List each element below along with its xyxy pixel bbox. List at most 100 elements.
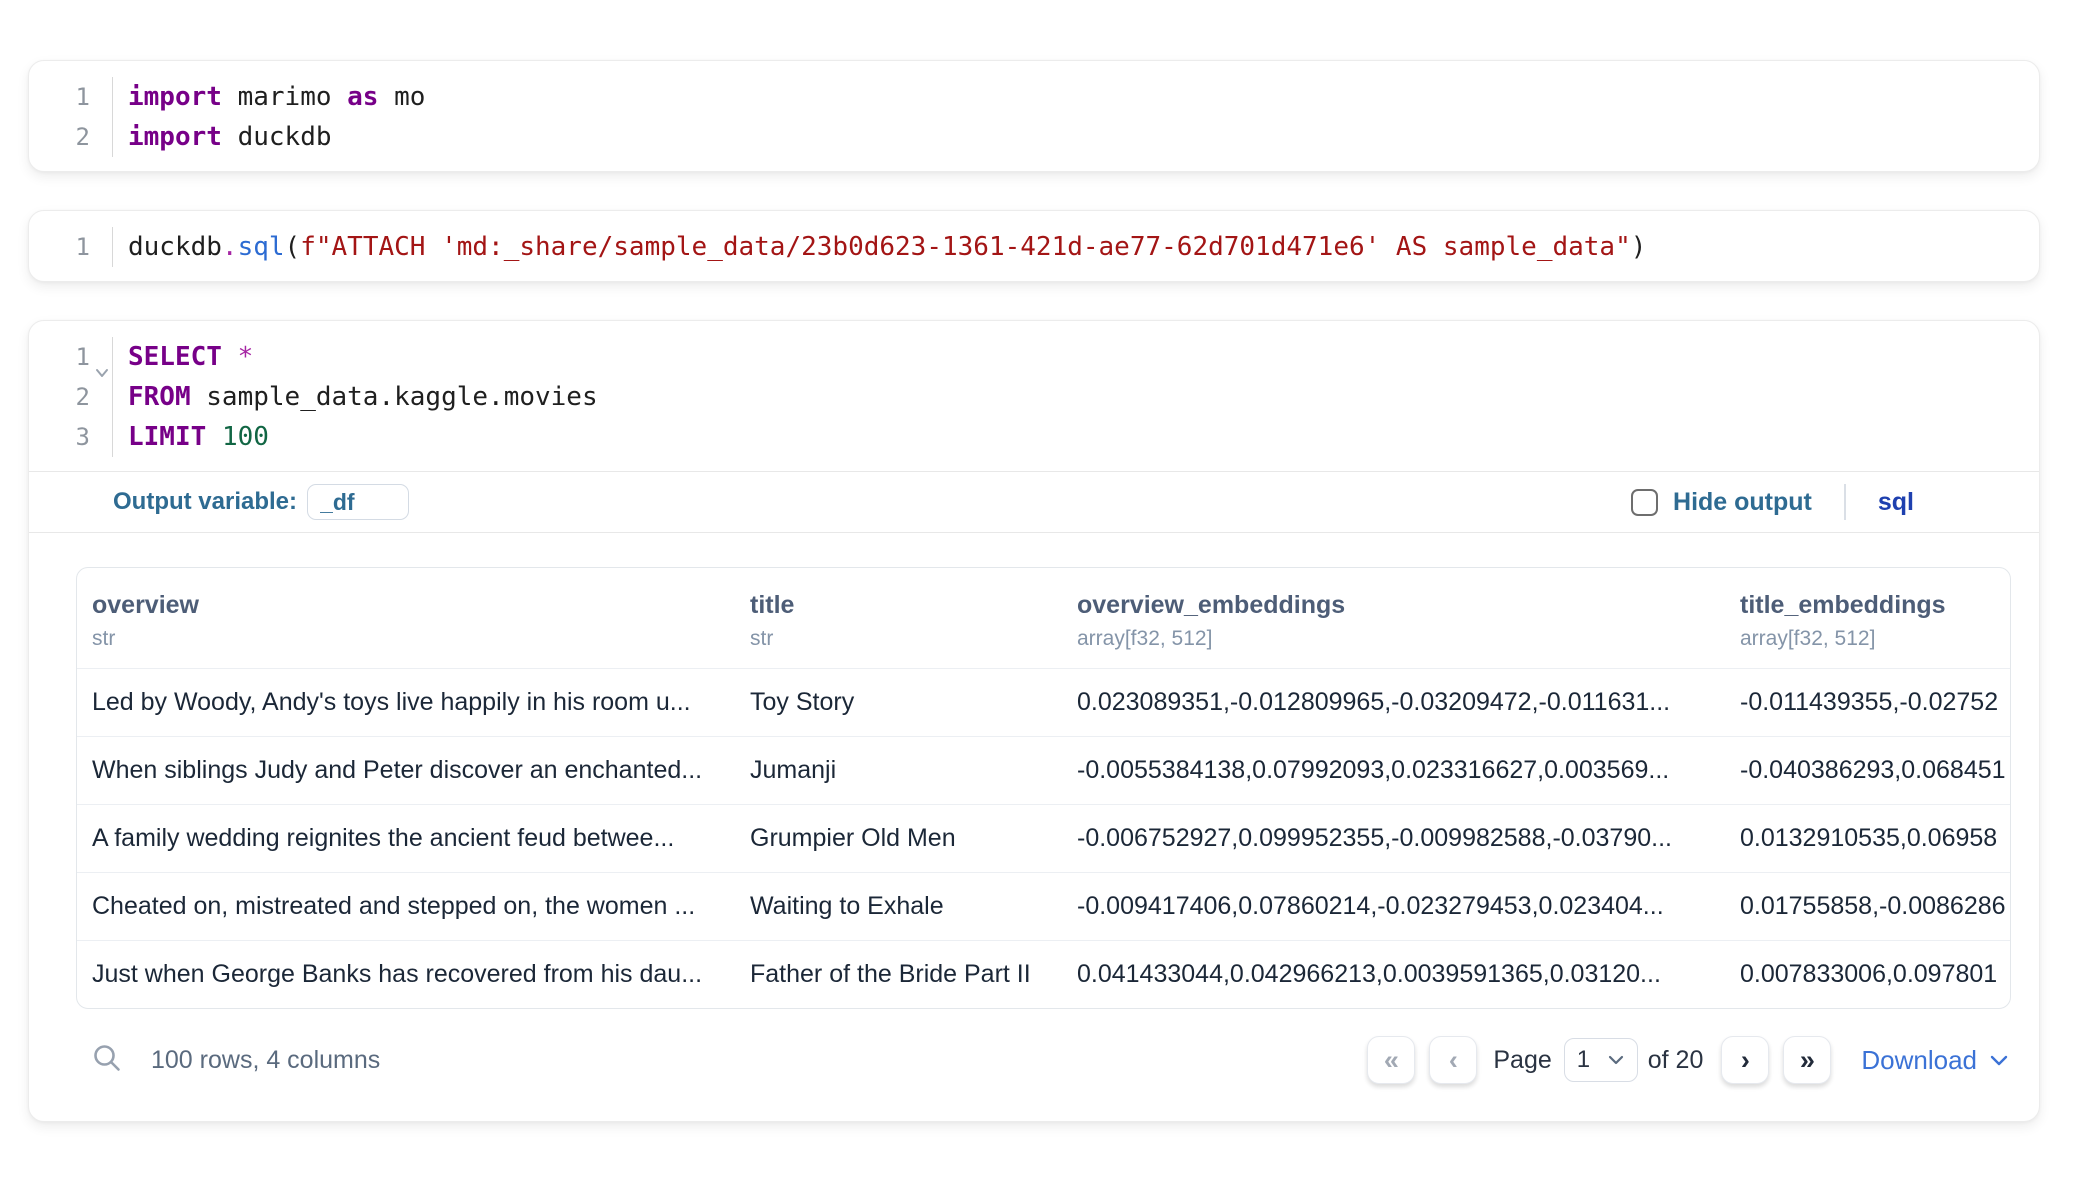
cell-output: overview str title str overview_embeddin… [29,533,2039,1121]
column-name: overview_embeddings [1077,590,1715,620]
code-editor-sql[interactable]: 1 2 3 SELECT * FROM sample_data.kaggle.m… [29,321,2039,471]
total-pages-label: of 20 [1648,1046,1704,1075]
keyword-token: FROM [128,382,191,412]
cell-overview-embeddings: 0.041433044,0.042966213,0.0039591365,0.0… [1062,941,1725,1009]
code-editor-imports[interactable]: 1 2 import marimo as mo import duckdb [29,61,2039,171]
cell-overview: When siblings Judy and Peter discover an… [77,737,735,805]
cell-title: Father of the Bride Part II [735,941,1062,1009]
line-number: 2 [29,377,112,417]
code-editor-attach[interactable]: 1 duckdb.sql(f"ATTACH 'md:_share/sample_… [29,211,2039,281]
code-token: duckdb [128,232,222,262]
column-name: overview [92,590,725,620]
output-variable-label: Output variable: [113,488,297,516]
keyword-token: import [128,122,222,152]
row-column-count: 100 rows, 4 columns [151,1046,380,1075]
cell-title: Toy Story [735,669,1062,737]
keyword-token: LIMIT [128,422,206,452]
column-header-title[interactable]: title str [735,568,1062,669]
hide-output-label[interactable]: Hide output [1673,488,1812,517]
line-number-gutter: 1 [29,227,113,267]
chevron-down-icon [1607,1054,1625,1066]
cell-overview: Cheated on, mistreated and stepped on, t… [77,873,735,941]
cell-overview: A family wedding reignites the ancient f… [77,805,735,873]
cell-overview-embeddings: 0.023089351,-0.012809965,-0.03209472,-0.… [1062,669,1725,737]
code-line: import marimo as mo [128,77,2039,117]
code-token: marimo [222,82,347,112]
download-button[interactable]: Download [1861,1045,2009,1076]
column-header-title-embeddings[interactable]: title_embeddings array[f32, 512] [1725,568,2011,669]
cell-imports: 1 2 import marimo as mo import duckdb [28,60,2040,172]
code-line: FROM sample_data.kaggle.movies [128,377,2039,417]
string-token: f"ATTACH 'md:_share/sample_data/23b0d623… [300,232,1631,262]
column-type: array[f32, 512] [1077,626,1715,652]
cell-overview: Just when George Banks has recovered fro… [77,941,735,1009]
table-header-row: overview str title str overview_embeddin… [77,568,2011,669]
table-row: Cheated on, mistreated and stepped on, t… [77,873,2011,941]
code-lines: duckdb.sql(f"ATTACH 'md:_share/sample_da… [113,227,2039,267]
code-line: duckdb.sql(f"ATTACH 'md:_share/sample_da… [128,227,2039,267]
line-number: 2 [29,117,112,157]
cell-title: Jumanji [735,737,1062,805]
cell-title-embeddings: -0.011439355,-0.02752 [1725,669,2011,737]
cell-title-embeddings: 0.007833006,0.097801 [1725,941,2011,1009]
next-page-button[interactable]: › [1721,1036,1769,1084]
column-header-overview[interactable]: overview str [77,568,735,669]
table-row: A family wedding reignites the ancient f… [77,805,2011,873]
code-token: sample_data.kaggle.movies [191,382,598,412]
column-header-overview-embeddings[interactable]: overview_embeddings array[f32, 512] [1062,568,1725,669]
keyword-token: SELECT [128,342,222,372]
cell-sql-query: 1 2 3 SELECT * FROM sample_data.kaggle.m… [28,320,2040,1122]
first-page-button[interactable]: « [1367,1036,1415,1084]
code-token: duckdb [222,122,332,152]
toolbar-divider [1844,484,1846,520]
page-select-value: 1 [1577,1046,1590,1074]
code-token: ( [285,232,301,262]
operator-token: * [238,342,254,372]
chevron-down-icon [1989,1054,2009,1067]
cell-overview-embeddings: -0.0055384138,0.07992093,0.023316627,0.0… [1062,737,1725,805]
cell-title-embeddings: -0.040386293,0.068451 [1725,737,2011,805]
code-line: import duckdb [128,117,2039,157]
page-label: Page [1493,1046,1551,1075]
column-type: str [750,626,1052,652]
column-type: array[f32, 512] [1740,626,2002,652]
page-select[interactable]: 1 [1564,1038,1638,1082]
code-line: LIMIT 100 [128,417,2039,457]
code-token [222,342,238,372]
cell-title-embeddings: 0.01755858,-0.0086286 [1725,873,2011,941]
cell-title: Waiting to Exhale [735,873,1062,941]
code-token: mo [378,82,425,112]
previous-page-button[interactable]: ‹ [1429,1036,1477,1084]
hide-output-checkbox[interactable] [1631,489,1658,516]
keyword-token: import [128,82,222,112]
keyword-token: as [347,82,378,112]
download-label: Download [1861,1045,1977,1076]
line-number-gutter: 1 2 [29,77,113,157]
last-page-button[interactable]: » [1783,1036,1831,1084]
toolbar-right: Hide output sql [1631,484,1914,520]
code-token: ) [1631,232,1647,262]
function-token: sql [238,232,285,262]
line-number: 1 [29,227,112,267]
line-number: 1 [29,337,112,377]
operator-token: . [222,232,238,262]
cell-toolbar: Output variable: Hide output sql [29,471,2039,533]
code-lines: import marimo as mo import duckdb [113,77,2039,157]
column-name: title [750,590,1052,620]
dataframe-table: overview str title str overview_embeddin… [76,567,2011,1009]
language-toggle[interactable]: sql [1878,488,1914,517]
line-number: 1 [29,77,112,117]
code-line: SELECT * [128,337,2039,377]
column-type: str [92,626,725,652]
cell-overview-embeddings: -0.009417406,0.07860214,-0.023279453,0.0… [1062,873,1725,941]
pagination: « ‹ Page 1 of 20 › » Download [1367,1036,2009,1084]
table-footer: 100 rows, 4 columns « ‹ Page 1 of 20 › »… [76,1019,2009,1101]
cell-overview-embeddings: -0.006752927,0.099952355,-0.009982588,-0… [1062,805,1725,873]
search-icon[interactable] [91,1042,123,1079]
line-number-gutter: 1 2 3 [29,337,113,457]
output-variable-input[interactable] [307,484,409,520]
table-row: When siblings Judy and Peter discover an… [77,737,2011,805]
table-row: Just when George Banks has recovered fro… [77,941,2011,1009]
code-token [206,422,222,452]
cell-title-embeddings: 0.0132910535,0.06958 [1725,805,2011,873]
